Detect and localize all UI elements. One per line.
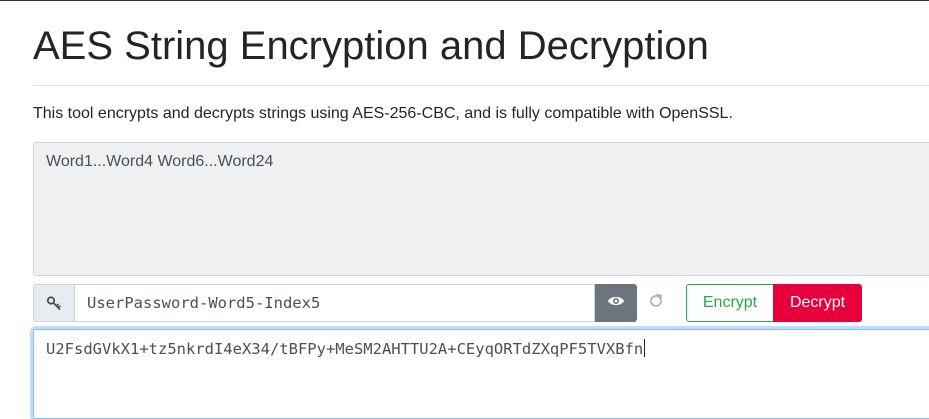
text-cursor — [644, 339, 646, 357]
ciphertext-value: U2FsdGVkX1+tz5nkrdI4eX34/tBFPy+MeSM2AHTT… — [46, 340, 644, 358]
key-row: UserPassword-Word5-Index5 Encrypt Decryp… — [33, 284, 929, 322]
page-description: This tool encrypts and decrypts strings … — [33, 105, 733, 122]
page-title: AES String Encryption and Decryption — [33, 24, 709, 68]
refresh-icon — [648, 293, 664, 314]
key-icon — [33, 284, 74, 322]
generate-key-button[interactable] — [646, 293, 666, 313]
decrypt-button[interactable]: Decrypt — [773, 284, 862, 322]
encrypt-button[interactable]: Encrypt — [686, 284, 774, 322]
main-container: AES String Encryption and Decryption Thi… — [33, 0, 929, 419]
plaintext-textarea[interactable]: Word1...Word4 Word6...Word24 — [33, 142, 929, 276]
eye-icon — [607, 294, 625, 312]
divider — [33, 85, 929, 86]
show-password-button[interactable] — [595, 284, 637, 322]
password-input[interactable]: UserPassword-Word5-Index5 — [74, 284, 595, 322]
